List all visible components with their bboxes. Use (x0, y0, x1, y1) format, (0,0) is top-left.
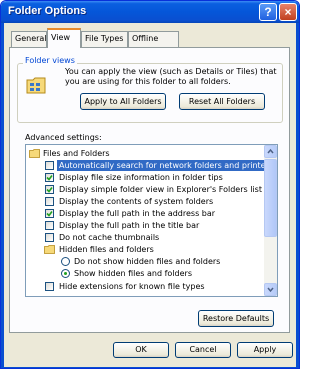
checkbox[interactable] (45, 221, 54, 230)
radio-selected-dot (64, 272, 67, 275)
list-item-label: Do not cache thumbnails (59, 233, 160, 242)
apply-button[interactable]: Apply (237, 342, 293, 358)
radio-button[interactable] (61, 257, 70, 266)
tab-view[interactable]: View (47, 28, 81, 48)
list-item[interactable]: Hide extensions for known file types (26, 281, 264, 292)
list-item[interactable]: Show hidden files and folders (26, 268, 264, 279)
list-item-label: Display the full path in the address bar (59, 209, 216, 218)
list-item-label: Show hidden files and folders (74, 269, 192, 278)
scroll-thumb[interactable] (264, 159, 277, 237)
list-item-label: Files and Folders (43, 149, 110, 158)
help-button[interactable]: ? (259, 3, 277, 21)
scroll-down-button[interactable] (264, 283, 277, 296)
window-title: Folder Options (8, 5, 87, 17)
checkbox[interactable] (45, 209, 54, 218)
list-item: Hidden files and folders (26, 244, 264, 255)
advanced-settings-label: Advanced settings: (25, 133, 102, 142)
restore-defaults-button[interactable]: Restore Defaults (198, 310, 274, 327)
list-item[interactable]: Display the full path in the address bar (26, 208, 264, 219)
cancel-button[interactable]: Cancel (175, 342, 231, 358)
list-item-label: Do not show hidden files and folders (74, 257, 221, 266)
list-item-label: Hidden files and folders (59, 245, 154, 254)
checkbox[interactable] (45, 233, 54, 242)
checkbox[interactable] (45, 161, 54, 170)
list-item-label: Display simple folder view in Explorer's… (59, 185, 262, 194)
list-item-label: Automatically search for network folders… (57, 160, 276, 171)
list-item-label: Display the full path in the title bar (59, 221, 200, 230)
list-item-label: Display file size information in folder … (59, 173, 223, 182)
title-bar[interactable]: Folder Options ? × (1, 1, 299, 23)
window-frame-left (1, 23, 4, 368)
checkbox[interactable] (45, 173, 54, 182)
checkmark-icon (46, 187, 53, 193)
list-item: Files and Folders (26, 148, 264, 159)
list-item[interactable]: Automatically search for network folders… (26, 160, 276, 171)
checkbox[interactable] (45, 282, 54, 291)
apply-to-all-folders-button[interactable]: Apply to All Folders (80, 93, 166, 110)
tab-offline-files[interactable]: Offline Files (128, 31, 179, 57)
scroll-up-button[interactable] (264, 145, 277, 158)
list-item[interactable]: Display file size information in folder … (26, 172, 264, 183)
chevron-down-icon (267, 287, 274, 293)
chevron-up-icon (267, 148, 274, 154)
list-item[interactable]: Display the contents of system folders (26, 196, 264, 207)
checkmark-icon (46, 175, 53, 181)
folder-views-legend: Folder views (23, 56, 77, 65)
folder-views-description: You can apply the view (such as Details … (65, 67, 277, 86)
list-item-label: Hide extensions for known file types (59, 282, 205, 291)
folder-icon (29, 149, 40, 158)
list-item[interactable]: Display the full path in the title bar (26, 220, 264, 231)
tab-file-types[interactable]: File Types (81, 31, 128, 47)
folder-options-window: Folder Options ? × General View File Typ… (0, 0, 300, 369)
tab-general[interactable]: General (11, 31, 47, 47)
checkbox[interactable] (45, 185, 54, 194)
list-item[interactable]: Do not cache thumbnails (26, 232, 264, 243)
list-item[interactable]: Do not show hidden files and folders (26, 256, 264, 267)
window-frame-right (296, 23, 299, 368)
checkmark-icon (46, 211, 53, 217)
reset-all-folders-button[interactable]: Reset All Folders (179, 93, 265, 110)
advanced-settings-list[interactable]: Files and Folders Automatically search f… (25, 144, 278, 297)
folder-views-icon (26, 77, 46, 94)
radio-button[interactable] (61, 269, 70, 278)
list-item[interactable]: Display simple folder view in Explorer's… (26, 184, 264, 195)
ok-button[interactable]: OK (113, 342, 169, 358)
close-button[interactable]: × (279, 3, 297, 21)
list-item-label: Display the contents of system folders (59, 197, 214, 206)
folder-icon (44, 245, 55, 254)
vertical-scrollbar[interactable] (264, 145, 277, 296)
checkbox[interactable] (45, 197, 54, 206)
